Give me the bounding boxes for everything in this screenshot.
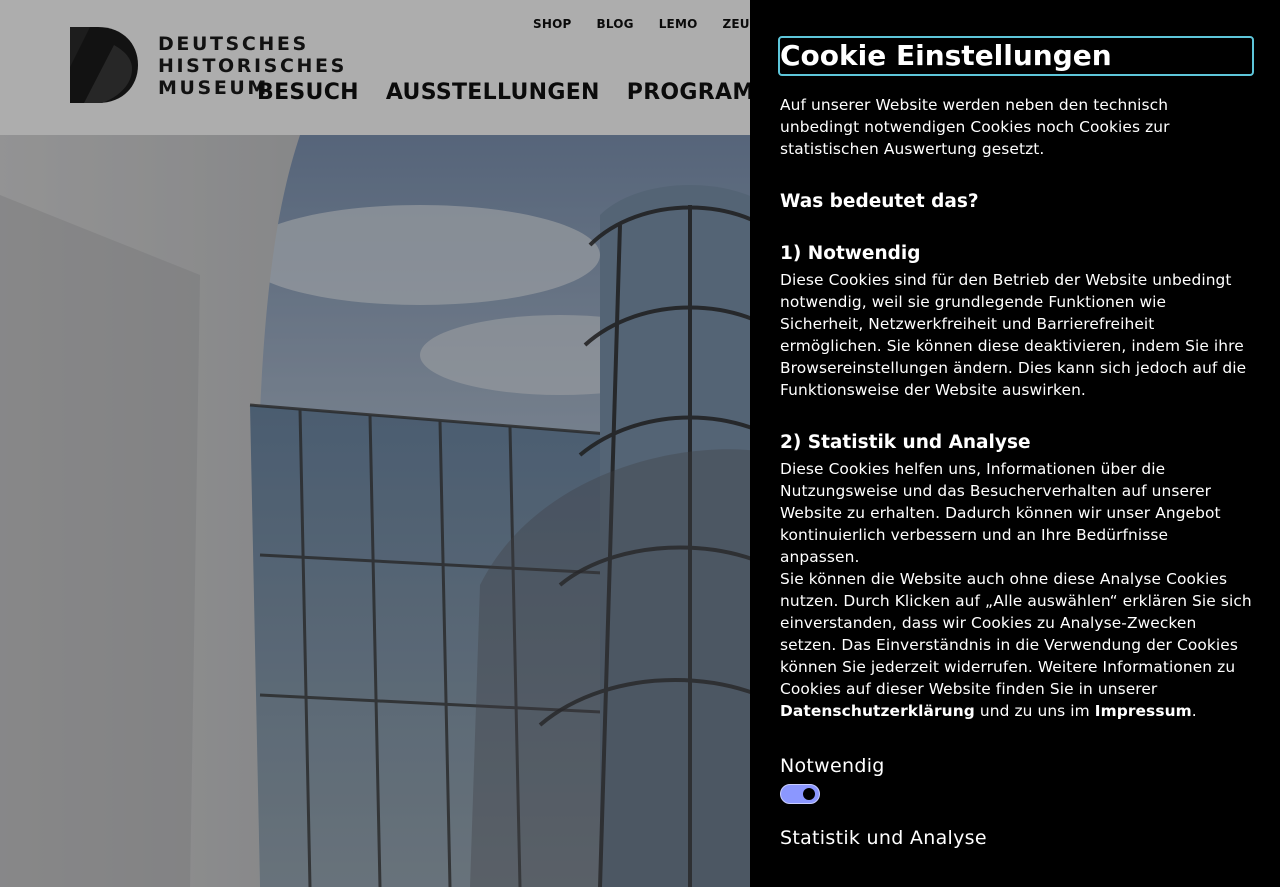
section-statistics-text: Diese Cookies helfen uns, Informationen … xyxy=(780,460,1221,566)
cookie-intro-text: Auf unserer Website werden neben den tec… xyxy=(780,96,1170,158)
section-statistics-consent-text: Sie können die Website auch ohne diese A… xyxy=(780,568,1252,722)
imprint-link[interactable]: Impressum xyxy=(1095,702,1192,720)
necessary-toggle-label: Notwendig xyxy=(780,755,885,777)
consent-text-part-1: Sie können die Website auch ohne diese A… xyxy=(780,570,1252,698)
cookie-panel-title: Cookie Einstellungen xyxy=(778,36,1254,76)
cookie-settings-panel: Cookie Einstellungen Auf unserer Website… xyxy=(750,0,1280,887)
section-necessary-heading: 1) Notwendig xyxy=(780,243,921,264)
section-statistics-heading: 2) Statistik und Analyse xyxy=(780,432,1031,453)
consent-text-part-2: und zu uns im xyxy=(974,702,1095,720)
cookie-question-heading: Was bedeutet das? xyxy=(780,191,979,212)
section-necessary-text: Diese Cookies sind für den Betrieb der W… xyxy=(780,271,1247,399)
toggle-knob xyxy=(803,788,815,800)
statistics-toggle-group: Statistik und Analyse xyxy=(780,826,1252,850)
necessary-toggle-group: Notwendig xyxy=(780,754,1252,804)
necessary-toggle-switch[interactable] xyxy=(780,784,820,804)
cookie-panel-content: Cookie Einstellungen Auf unserer Website… xyxy=(778,36,1254,850)
privacy-policy-link[interactable]: Datenschutzerklärung xyxy=(780,702,975,720)
consent-text-end: . xyxy=(1191,702,1197,720)
statistics-toggle-label: Statistik und Analyse xyxy=(780,827,987,849)
